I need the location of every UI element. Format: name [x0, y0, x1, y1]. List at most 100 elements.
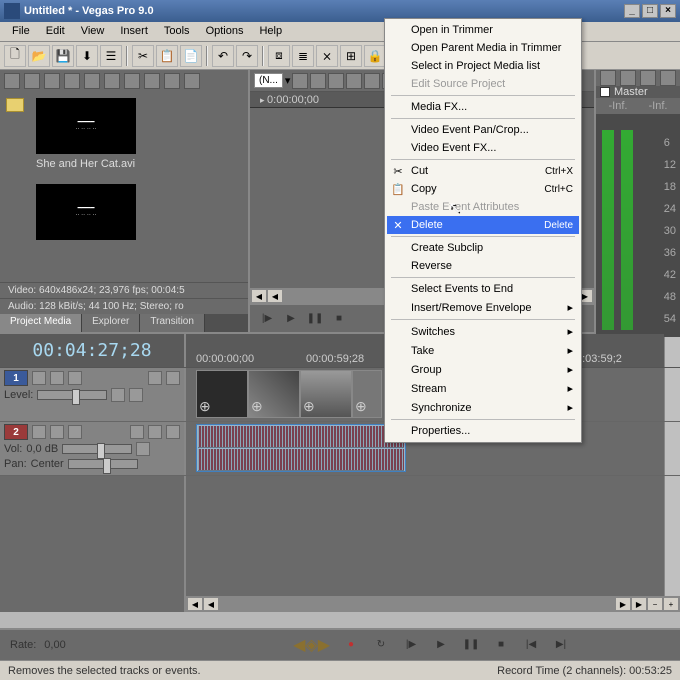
ctx-copy[interactable]: 📋CopyCtrl+C [387, 180, 579, 198]
folder-icon[interactable] [6, 98, 24, 112]
auto-icon[interactable] [68, 371, 82, 385]
level-slider[interactable] [37, 390, 107, 400]
fx-icon[interactable] [50, 425, 64, 439]
tab-transitions[interactable]: Transition [140, 314, 205, 332]
tool-icon[interactable] [328, 73, 344, 89]
vertical-scrollbar[interactable] [664, 476, 680, 596]
ctx-switches[interactable]: Switches▸ [387, 322, 579, 341]
play-start-icon[interactable]: |▶ [258, 310, 276, 328]
tool-icon[interactable] [620, 70, 636, 86]
stop-icon[interactable]: ■ [330, 310, 348, 328]
ctx-sync[interactable]: Synchronize▸ [387, 398, 579, 417]
menu-file[interactable]: File [4, 22, 38, 41]
mute-icon[interactable] [130, 425, 144, 439]
play-icon[interactable]: ▶ [432, 636, 450, 654]
tool-icon[interactable] [346, 73, 362, 89]
vol-slider[interactable] [62, 444, 132, 454]
ctx-pan-crop[interactable]: Video Event Pan/Crop... [387, 121, 579, 139]
autocross-icon[interactable]: ⨯ [316, 45, 338, 67]
ctx-group[interactable]: Group▸ [387, 360, 579, 379]
lock-icon[interactable]: 🔒 [364, 45, 386, 67]
tool-icon[interactable] [144, 73, 160, 89]
tool-icon[interactable] [164, 73, 180, 89]
audio-track-header[interactable]: 2 Vol: 0,0 dB Pan: Center [0, 422, 186, 475]
ctx-media-fx[interactable]: Media FX... [387, 98, 579, 116]
cut-icon[interactable]: ✂ [132, 45, 154, 67]
ctx-properties[interactable]: Properties... [387, 422, 579, 440]
pause-icon[interactable]: ❚❚ [306, 310, 324, 328]
tool-icon[interactable] [44, 73, 60, 89]
tool-icon[interactable] [124, 73, 140, 89]
tool-icon[interactable] [640, 70, 656, 86]
search-icon[interactable] [184, 73, 200, 89]
tool-icon[interactable] [4, 73, 20, 89]
marker-bar[interactable] [664, 334, 680, 367]
motion-icon[interactable] [129, 388, 143, 402]
menu-help[interactable]: Help [251, 22, 290, 41]
loop-icon[interactable]: ↻ [372, 636, 390, 654]
tool-icon[interactable] [660, 70, 676, 86]
tool-icon[interactable] [64, 73, 80, 89]
menu-insert[interactable]: Insert [112, 22, 156, 41]
tool-icon[interactable] [104, 73, 120, 89]
menu-view[interactable]: View [73, 22, 113, 41]
render-icon[interactable]: ⬇ [76, 45, 98, 67]
scroll-left-icon[interactable]: ◀ [251, 289, 267, 303]
master-checkbox[interactable] [600, 87, 610, 97]
record-icon[interactable]: ● [342, 636, 360, 654]
tab-explorer[interactable]: Explorer [82, 314, 140, 332]
redo-icon[interactable]: ↷ [236, 45, 258, 67]
undo-icon[interactable]: ↶ [212, 45, 234, 67]
pause-icon[interactable]: ❚❚ [462, 636, 480, 654]
solo-icon[interactable] [148, 425, 162, 439]
maximize-button[interactable]: □ [642, 4, 658, 18]
tool-icon[interactable] [310, 73, 326, 89]
ctx-stream[interactable]: Stream▸ [387, 379, 579, 398]
media-thumbnail[interactable]: ━━━━·· ·· ·· ·· [36, 98, 136, 154]
mute-icon[interactable] [148, 371, 162, 385]
trimmer-dropdown[interactable]: (N... [254, 73, 283, 88]
solo-icon[interactable] [166, 371, 180, 385]
ctx-take[interactable]: Take▸ [387, 341, 579, 360]
media-filename[interactable]: She and Her Cat.avi [36, 158, 242, 170]
audio-clip[interactable] [196, 424, 406, 472]
copy-icon[interactable]: 📋 [156, 45, 178, 67]
open-icon[interactable]: 📂 [28, 45, 50, 67]
ctx-envelope[interactable]: Insert/Remove Envelope▸ [387, 298, 579, 317]
play-start-icon[interactable]: |▶ [402, 636, 420, 654]
video-clip[interactable] [196, 370, 382, 418]
minimize-button[interactable]: _ [624, 4, 640, 18]
track-number[interactable]: 1 [4, 370, 28, 386]
stop-icon[interactable]: ■ [492, 636, 510, 654]
menu-edit[interactable]: Edit [38, 22, 73, 41]
tab-project-media[interactable]: Project Media [0, 314, 82, 332]
pan-slider[interactable] [68, 459, 138, 469]
ctx-delete[interactable]: ✕DeleteDelete [387, 216, 579, 234]
quantize-icon[interactable]: ⊞ [340, 45, 362, 67]
menu-options[interactable]: Options [198, 22, 252, 41]
bypass-icon[interactable] [32, 371, 46, 385]
tool-icon[interactable] [600, 70, 616, 86]
tool-icon[interactable] [292, 73, 308, 89]
ctx-cut[interactable]: ✂CutCtrl+X [387, 162, 579, 180]
timeline-scrollbar[interactable]: ◀◀ ▶▶ −+ [186, 596, 680, 612]
go-end-icon[interactable]: ▶| [552, 636, 570, 654]
ctx-select-end[interactable]: Select Events to End [387, 280, 579, 298]
close-button[interactable]: × [660, 4, 676, 18]
phase-icon[interactable] [166, 425, 180, 439]
scroll-left-icon[interactable]: ◀ [267, 289, 283, 303]
play-icon[interactable]: ▶ [282, 310, 300, 328]
ripple-icon[interactable]: ≣ [292, 45, 314, 67]
track-number[interactable]: 2 [4, 424, 28, 440]
ctx-select-list[interactable]: Select in Project Media list [387, 57, 579, 75]
ctx-event-fx[interactable]: Video Event FX... [387, 139, 579, 157]
touch-icon[interactable] [136, 442, 150, 456]
ctx-open-trimmer[interactable]: Open in Trimmer [387, 21, 579, 39]
scrub-control[interactable]: ◀◈▶ [293, 635, 330, 655]
tool-icon[interactable] [24, 73, 40, 89]
ctx-reverse[interactable]: Reverse [387, 257, 579, 275]
timecode-display[interactable]: 00:04:27;28 [0, 334, 186, 367]
tool-icon[interactable] [84, 73, 100, 89]
arm-icon[interactable] [32, 425, 46, 439]
ctx-open-parent[interactable]: Open Parent Media in Trimmer [387, 39, 579, 57]
